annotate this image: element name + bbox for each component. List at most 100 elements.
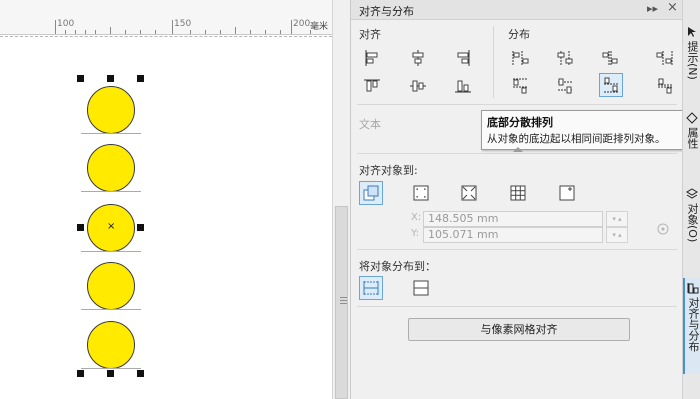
- section-divider: [357, 104, 677, 105]
- distribute-top-icon[interactable]: [508, 74, 532, 98]
- distribute-bottom-icon[interactable]: [599, 73, 623, 97]
- snap-to-pixel-grid-button[interactable]: 与像素网格对齐: [408, 318, 630, 341]
- ruler-tick: [280, 30, 281, 34]
- distribute-right-icon[interactable]: [653, 46, 677, 70]
- ruler-tick: [250, 30, 251, 34]
- selection-handle-bottom-right[interactable]: [137, 370, 144, 377]
- align-section-label: 对齐: [359, 28, 381, 41]
- ruler-tick: [110, 27, 111, 34]
- docker-title: 对齐与分布: [359, 5, 414, 18]
- selection-handle-left[interactable]: [77, 224, 84, 231]
- tab-align-distribute[interactable]: 对齐与分布: [683, 278, 700, 374]
- align-left-icon[interactable]: [360, 46, 384, 70]
- x-coordinate-row: X: 148.505 mm ▾ ▴: [411, 211, 641, 227]
- ruler-tick: [140, 30, 141, 34]
- hint-icon: [688, 27, 696, 37]
- ruler-tick: [95, 30, 96, 34]
- ruler-label-100: 100: [57, 19, 75, 29]
- selection-center-icon[interactable]: ×: [107, 221, 115, 232]
- tab-hints-label: 提示(N): [686, 41, 699, 80]
- selection-handle-bottom-left[interactable]: [77, 370, 84, 377]
- docker-title-bar: 对齐与分布 ▸▸ ×: [351, 0, 683, 20]
- tab-properties[interactable]: 属性: [683, 108, 700, 176]
- ruler-tick: [75, 30, 76, 34]
- y-coordinate-field[interactable]: 105.071 mm: [423, 227, 603, 243]
- distribute-spacing-horizontal-icon[interactable]: [598, 46, 622, 70]
- distribution-guide: [81, 133, 141, 134]
- yellow-circle-2[interactable]: [87, 144, 135, 192]
- selection-handle-top[interactable]: [107, 75, 114, 82]
- ruler-tick: [155, 30, 156, 34]
- selection-extent-icon[interactable]: [359, 276, 383, 300]
- align-distribute-icon: [687, 283, 699, 294]
- tab-properties-label: 属性: [686, 127, 699, 149]
- x-spinner[interactable]: ▾ ▴: [606, 211, 628, 227]
- selection-handle-top-left[interactable]: [77, 75, 84, 82]
- active-object-icon[interactable]: [359, 181, 383, 205]
- text-section-label: 文本: [359, 118, 381, 131]
- ruler-label-150: 150: [174, 19, 192, 29]
- horizontal-ruler[interactable]: 100 150 200 毫米: [0, 0, 332, 35]
- align-top-icon[interactable]: [360, 74, 384, 98]
- align-right-icon[interactable]: [451, 46, 475, 70]
- selection-handle-bottom[interactable]: [107, 370, 114, 377]
- distribution-guide: [81, 191, 141, 192]
- page-extent-icon[interactable]: [409, 276, 433, 300]
- selection-handle-right[interactable]: [137, 224, 144, 231]
- scrollbar-grip: [340, 297, 347, 298]
- distribute-to-label: 将对象分布到：: [359, 260, 436, 273]
- align-bottom-icon[interactable]: [451, 74, 475, 98]
- grid-icon[interactable]: [506, 181, 530, 205]
- tooltip-caret: [513, 147, 523, 152]
- scrollbar-grip: [340, 303, 347, 304]
- tooltip-title: 底部分散排列: [487, 116, 553, 129]
- x-coordinate-field[interactable]: 148.505 mm: [423, 211, 603, 227]
- tooltip-description: 从对象的底边起以相同间距排列对象。: [487, 133, 666, 145]
- drawing-canvas[interactable]: 100 150 200 毫米 ×: [0, 0, 332, 399]
- page-edges-icon[interactable]: [409, 181, 433, 205]
- docker-close-icon[interactable]: ×: [667, 0, 678, 15]
- distribute-center-horizontal-icon[interactable]: [553, 46, 577, 70]
- target-point-icon[interactable]: [656, 222, 670, 236]
- tab-objects-label: 对象(O): [686, 203, 699, 243]
- properties-icon: [686, 112, 698, 124]
- ruler-tick: [85, 30, 86, 34]
- distribute-spacing-vertical-icon[interactable]: [653, 74, 677, 98]
- section-divider: [493, 26, 494, 98]
- selection-handle-top-right[interactable]: [137, 75, 144, 82]
- tab-align-distribute-label: 对齐与分布: [687, 297, 700, 352]
- yellow-circle-5[interactable]: [87, 321, 135, 369]
- y-spinner[interactable]: ▾ ▴: [606, 227, 628, 243]
- align-distribute-docker: 对齐与分布 ▸▸ × 对齐 分布 文本 对齐对象到: X: 148.505 mm…: [350, 0, 683, 399]
- ruler-tick: [291, 20, 292, 34]
- docker-collapse-icon[interactable]: ▸▸: [647, 2, 658, 15]
- distribute-section-label: 分布: [508, 28, 530, 41]
- scrollbar-thumb[interactable]: [335, 206, 348, 399]
- ruler-tick: [205, 30, 206, 34]
- ruler-tick: [172, 20, 173, 34]
- yellow-circle-1[interactable]: [87, 86, 135, 134]
- tooltip: 底部分散排列 从对象的底边起以相同间距排列对象。: [481, 110, 683, 150]
- tab-objects[interactable]: 对象(O): [683, 184, 700, 262]
- page-center-icon[interactable]: [457, 181, 481, 205]
- distribute-left-icon[interactable]: [508, 46, 532, 70]
- y-coordinate-row: Y: 105.071 mm ▾ ▴: [411, 227, 641, 243]
- ruler-tick: [220, 30, 221, 34]
- objects-icon: [686, 188, 698, 199]
- docker-side-tabs: 提示(N) 属性 对象(O) 对齐与分布: [682, 0, 700, 399]
- y-label: Y:: [411, 228, 420, 239]
- ruler-tick: [55, 20, 56, 34]
- ruler-tick: [125, 30, 126, 34]
- ruler-tick: [65, 30, 66, 34]
- align-center-vertical-icon[interactable]: [406, 74, 430, 98]
- specified-point-icon[interactable]: [555, 181, 579, 205]
- section-divider: [357, 249, 677, 250]
- vertical-scrollbar[interactable]: [332, 0, 349, 399]
- align-center-horizontal-icon[interactable]: [406, 46, 430, 70]
- distribute-center-vertical-icon[interactable]: [553, 74, 577, 98]
- distribution-guide: [81, 251, 141, 252]
- ruler-tick: [265, 30, 266, 34]
- tab-hints[interactable]: 提示(N): [683, 22, 700, 100]
- section-divider: [357, 306, 677, 307]
- yellow-circle-4[interactable]: [87, 262, 135, 310]
